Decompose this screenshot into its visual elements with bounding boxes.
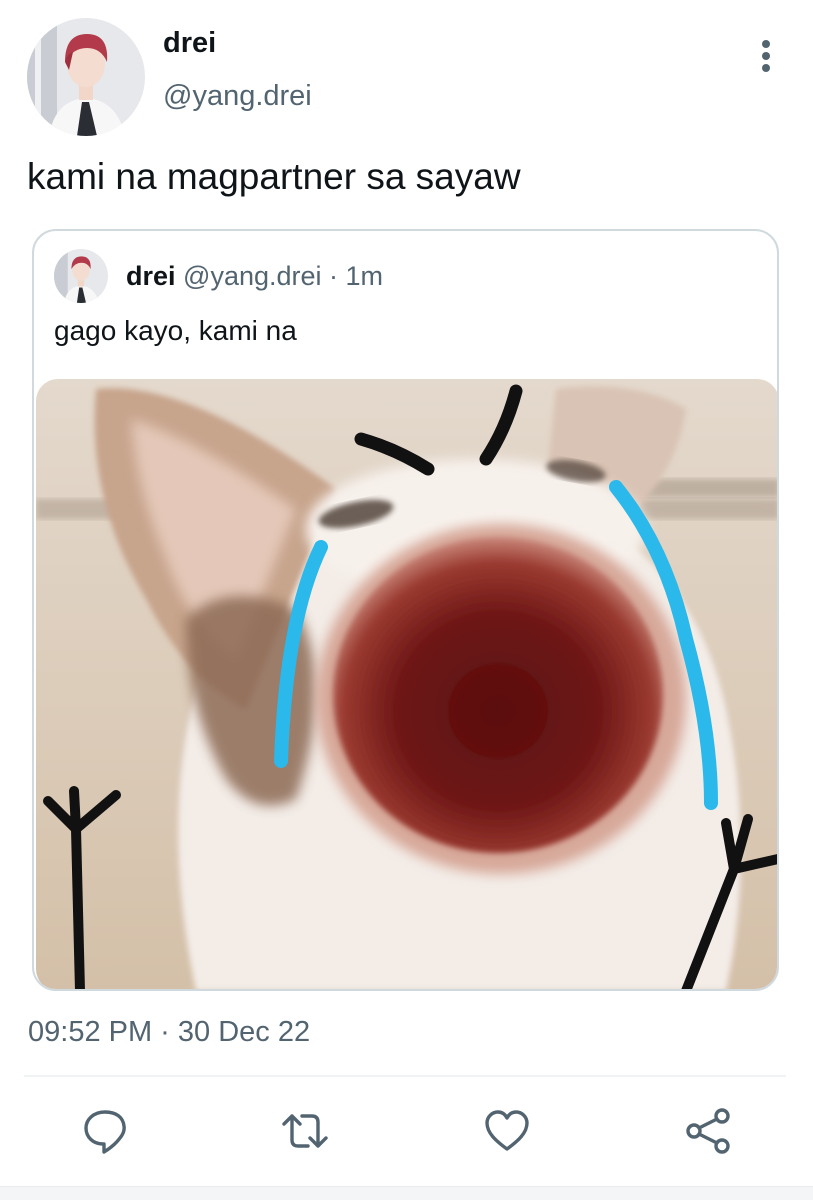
quoted-text: gago kayo, kami na: [54, 315, 297, 346]
quoted-media-image[interactable]: [36, 379, 777, 989]
author-display-name[interactable]: drei: [163, 27, 216, 60]
share-nodes-icon: [686, 1108, 730, 1154]
quoted-separator: ·: [321, 261, 346, 291]
quoted-time: 1m: [345, 261, 384, 291]
crying-cat-meme-image: [36, 379, 777, 989]
author-avatar[interactable]: [27, 18, 145, 136]
reply-button[interactable]: [80, 1106, 130, 1156]
speech-bubble-icon: [84, 1110, 126, 1154]
author-handle[interactable]: @yang.drei: [163, 80, 312, 113]
tweet-text: kami na magpartner sa sayaw: [27, 156, 521, 197]
bottom-edge: [0, 1186, 813, 1200]
share-button[interactable]: [684, 1106, 734, 1156]
quoted-display-name: drei: [126, 261, 176, 291]
quoted-author-avatar: [54, 249, 108, 303]
tweet-detail: drei @yang.drei kami na magpartner sa sa…: [0, 0, 813, 1200]
retweet-arrows-icon: [282, 1114, 328, 1148]
quoted-header: drei @yang.drei · 1m: [126, 261, 383, 292]
retweet-button[interactable]: [280, 1106, 330, 1156]
quoted-tweet-card[interactable]: drei @yang.drei · 1m gago kayo, kami na: [32, 229, 779, 991]
more-options-button[interactable]: [748, 36, 784, 76]
like-button[interactable]: [482, 1106, 532, 1156]
tweet-timestamp[interactable]: 09:52 PM · 30 Dec 22: [28, 1016, 310, 1049]
divider: [24, 1075, 786, 1077]
more-vertical-icon: [762, 40, 770, 72]
quoted-handle: @yang.drei: [183, 261, 322, 291]
heart-icon: [485, 1110, 529, 1151]
